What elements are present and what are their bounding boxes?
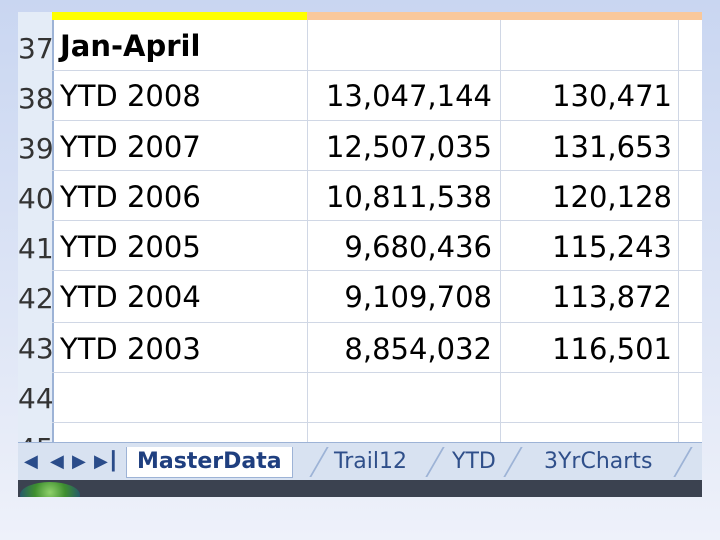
value-cell[interactable]: 10,811,538 <box>307 172 492 222</box>
column-a-header-highlight <box>52 12 307 20</box>
tab-ytd[interactable]: YTD <box>442 447 506 477</box>
row-number[interactable]: 42 <box>18 274 52 324</box>
row-number[interactable]: 44 <box>18 374 52 424</box>
start-button-icon[interactable] <box>20 482 80 497</box>
row-number[interactable]: 43 <box>18 324 52 374</box>
year-label-cell[interactable]: YTD 2008 <box>60 71 300 121</box>
year-label-cell[interactable]: YTD 2005 <box>60 222 300 272</box>
value-cell[interactable]: 9,109,708 <box>307 272 492 322</box>
last-sheet-icon[interactable]: ▶┃ <box>94 451 119 472</box>
value-cell[interactable]: 8,854,032 <box>307 324 492 374</box>
year-label-cell[interactable]: YTD 2004 <box>60 272 300 322</box>
row-number[interactable]: 39 <box>18 124 52 174</box>
tab-trail12[interactable]: Trail12 <box>324 447 417 477</box>
year-label-cell[interactable]: YTD 2003 <box>60 324 300 374</box>
grid-line <box>52 322 702 323</box>
row-number[interactable]: 40 <box>18 174 52 224</box>
grid-line <box>678 20 679 442</box>
grid-line <box>500 20 501 442</box>
grid-line <box>52 422 702 423</box>
tab-separator <box>673 447 693 477</box>
row-number[interactable]: 41 <box>18 224 52 274</box>
year-label-cell[interactable]: YTD 2007 <box>60 122 300 172</box>
value-cell[interactable]: 12,507,035 <box>307 122 492 172</box>
tab-3yrcharts[interactable]: 3YrCharts <box>534 447 662 477</box>
row-number[interactable]: 38 <box>18 74 52 124</box>
sheet-tab-bar: ◀​ ◀ ▶ ▶┃ MasterData Trail12 YTD 3YrChar… <box>18 442 702 481</box>
prev-sheet-icon[interactable]: ◀ <box>50 451 64 472</box>
tab-masterdata[interactable]: MasterData <box>126 447 293 478</box>
year-label-cell[interactable]: YTD 2006 <box>60 172 300 222</box>
first-sheet-icon[interactable]: ◀​ <box>24 451 38 472</box>
value-cell[interactable]: 9,680,436 <box>307 222 492 272</box>
section-label-cell[interactable]: Jan-April <box>60 21 300 71</box>
value-cell[interactable]: 116,501 <box>502 324 672 374</box>
column-bc-header-highlight <box>307 12 702 20</box>
row-number[interactable]: 45 <box>18 424 52 442</box>
windows-taskbar <box>18 480 702 497</box>
value-cell[interactable]: 115,243 <box>502 222 672 272</box>
tab-separator <box>503 447 523 477</box>
value-cell[interactable]: 120,128 <box>502 172 672 222</box>
value-cell[interactable]: 131,653 <box>502 122 672 172</box>
row-number[interactable]: 37 <box>18 24 52 74</box>
value-cell[interactable]: 113,872 <box>502 272 672 322</box>
value-cell[interactable]: 13,047,144 <box>307 71 492 121</box>
spreadsheet-screenshot: 37 38 39 40 41 42 43 44 45 Jan-April YTD… <box>18 12 702 497</box>
value-cell[interactable]: 130,471 <box>502 71 672 121</box>
next-sheet-icon[interactable]: ▶ <box>72 451 86 472</box>
